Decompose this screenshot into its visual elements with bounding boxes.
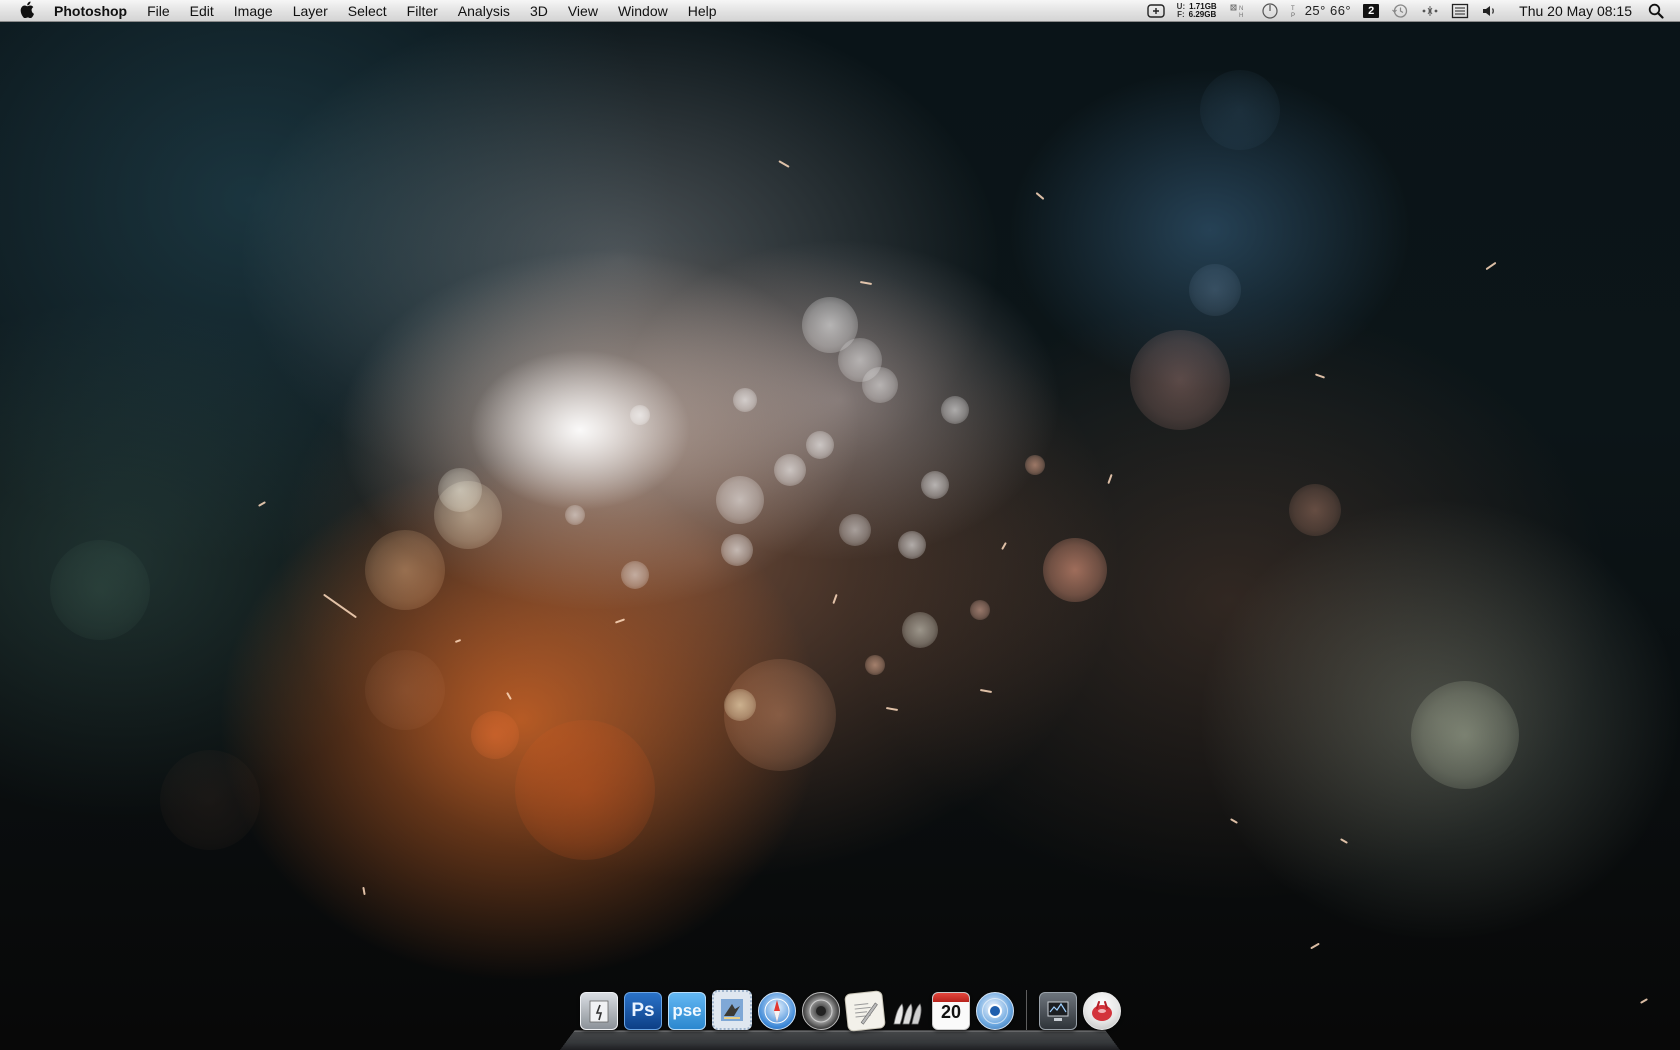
status-menus: U: 1.71GB F: 6.29GB N H T P 25° 66° 2 Th… xyxy=(1141,0,1680,22)
photoshop-elements-icon[interactable]: pse xyxy=(668,992,706,1030)
svg-text:H: H xyxy=(1239,13,1243,19)
photoshop-icon[interactable]: Ps xyxy=(624,992,662,1030)
svg-text:T: T xyxy=(1291,6,1295,12)
finder-folder-icon[interactable] xyxy=(580,992,618,1030)
memory-free-label: F: xyxy=(1177,9,1185,19)
ical-date: 20 xyxy=(940,1002,962,1022)
svg-text:P: P xyxy=(1291,13,1296,19)
memory-meter-icon[interactable]: U: 1.71GB F: 6.29GB xyxy=(1177,0,1217,22)
system-monitor-icon[interactable] xyxy=(1039,992,1077,1030)
menu-file[interactable]: File xyxy=(137,0,180,22)
menu-window[interactable]: Window xyxy=(608,0,678,22)
ical-header xyxy=(933,993,969,1002)
keyboard-menu-icon[interactable] xyxy=(1451,0,1469,22)
textedit-icon[interactable] xyxy=(844,990,886,1032)
ical-icon[interactable]: 20 xyxy=(932,992,970,1030)
chrome-icon[interactable] xyxy=(976,992,1014,1030)
temperature-readout[interactable]: T P 25° 66° xyxy=(1291,0,1351,22)
menu-edit[interactable]: Edit xyxy=(180,0,224,22)
photoshop-icon-label: Ps xyxy=(631,1000,655,1021)
menu-help[interactable]: Help xyxy=(678,0,727,22)
scripts-icon[interactable] xyxy=(890,994,926,1030)
add-box-icon[interactable] xyxy=(1146,0,1165,22)
trash-icon[interactable] xyxy=(1083,992,1121,1030)
menu-image[interactable]: Image xyxy=(224,0,283,22)
photoshop-elements-icon-label: pse xyxy=(672,1001,702,1020)
dock-icons: Ps pse 20 xyxy=(580,988,1121,1032)
apple-icon xyxy=(20,1,34,21)
mail-stamp-icon[interactable] xyxy=(712,990,752,1030)
spotlight-icon[interactable] xyxy=(1648,0,1664,22)
spaces-icon[interactable]: 2 xyxy=(1363,0,1380,22)
dock: Ps pse 20 xyxy=(560,988,1121,1050)
menu-app-name[interactable]: Photoshop xyxy=(54,0,137,22)
menu-bar: Photoshop File Edit Image Layer Select F… xyxy=(0,0,1680,22)
menu-clock[interactable]: Thu 20 May 08:15 xyxy=(1519,3,1632,19)
temperature-values: 25° 66° xyxy=(1304,3,1352,18)
speaker-icon[interactable] xyxy=(802,992,840,1030)
time-machine-icon[interactable] xyxy=(1391,0,1409,22)
cpu-dial-icon[interactable] xyxy=(1261,0,1279,22)
menu-analysis[interactable]: Analysis xyxy=(448,0,520,22)
menu-view[interactable]: View xyxy=(558,0,608,22)
menu-filter[interactable]: Filter xyxy=(397,0,448,22)
dock-shelf xyxy=(560,1030,1120,1050)
menu-3d[interactable]: 3D xyxy=(520,0,558,22)
safari-compass-icon[interactable] xyxy=(758,992,796,1030)
spaces-number: 2 xyxy=(1363,3,1380,18)
memory-free-value: 6.29GB xyxy=(1188,9,1217,19)
dock-separator xyxy=(1026,990,1027,1030)
menu-select[interactable]: Select xyxy=(338,0,397,22)
bluetooth-dots-icon[interactable] xyxy=(1421,0,1439,22)
desktop-wallpaper xyxy=(0,0,1680,1050)
svg-text:N: N xyxy=(1239,6,1243,12)
menu-layer[interactable]: Layer xyxy=(283,0,338,22)
disk-activity-icon[interactable]: N H xyxy=(1229,0,1249,22)
volume-icon[interactable] xyxy=(1481,0,1499,22)
apple-menu[interactable] xyxy=(0,0,54,22)
